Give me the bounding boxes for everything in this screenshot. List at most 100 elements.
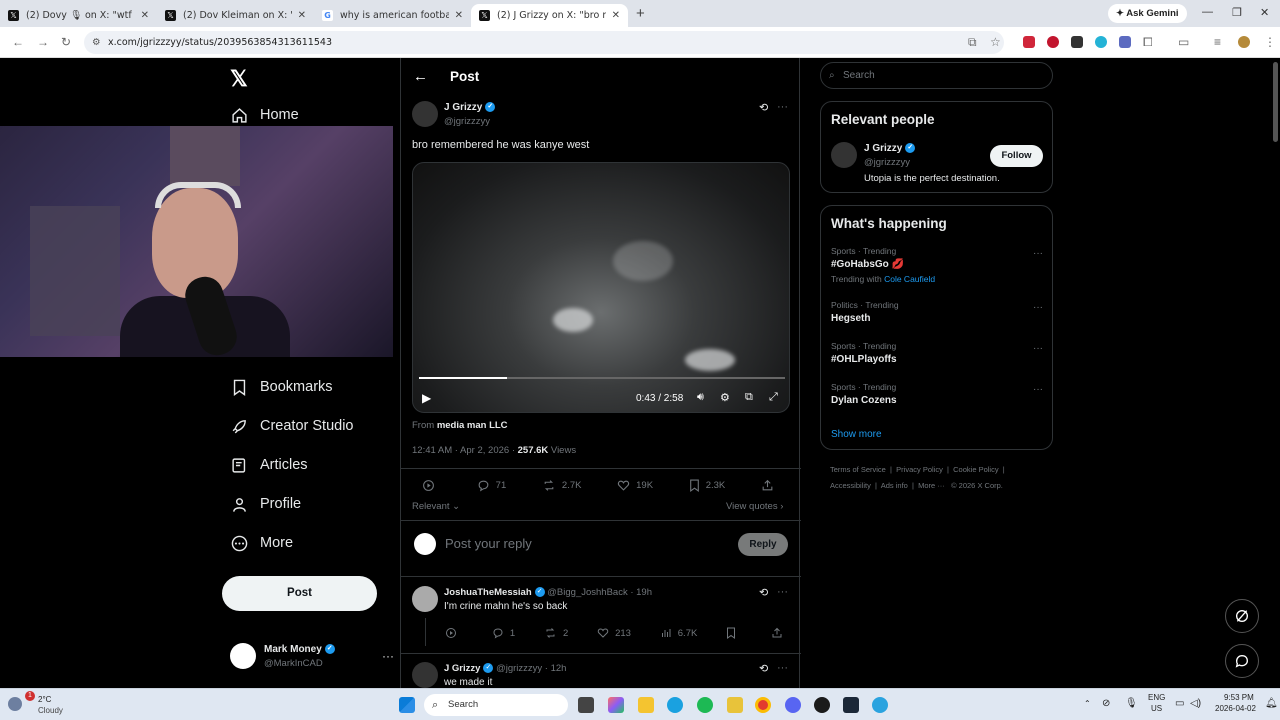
nav-articles[interactable]: Articles bbox=[230, 456, 308, 474]
x-logo-icon[interactable]: 𝕏 bbox=[230, 66, 248, 92]
close-tab-icon[interactable]: ✕ bbox=[455, 10, 463, 21]
trend-extra-link[interactable]: Cole Caufield bbox=[884, 274, 935, 284]
volume-icon[interactable]: 🔊︎ bbox=[697, 391, 704, 404]
messages-fab[interactable] bbox=[1225, 644, 1259, 678]
nav-more[interactable]: More bbox=[230, 534, 293, 552]
profile-avatar-icon[interactable] bbox=[1238, 36, 1250, 48]
maximize-icon[interactable]: ❐ bbox=[1232, 6, 1242, 19]
reply-author-name[interactable]: JoshuaTheMessiah bbox=[444, 587, 532, 598]
reply-author-name[interactable]: J Grizzy bbox=[444, 663, 480, 674]
back-arrow-icon[interactable]: ← bbox=[413, 68, 428, 85]
nav-bookmarks[interactable]: Bookmarks bbox=[230, 378, 333, 396]
reply-avatar[interactable] bbox=[412, 662, 438, 688]
browser-menu-icon[interactable]: ⋮ bbox=[1264, 35, 1276, 49]
language-indicator[interactable]: ENG bbox=[1148, 693, 1165, 702]
nav-profile[interactable]: Profile bbox=[230, 495, 301, 513]
post-timestamp[interactable]: 12:41 AM · Apr 2, 2026 · bbox=[412, 445, 518, 456]
browser-tab-4[interactable]: 𝕏 (2) J Grizzy on X: "bro rememb ✕ bbox=[471, 4, 628, 27]
reply-author-handle[interactable]: @Bigg_JoshhBack · 19h bbox=[547, 587, 652, 598]
from-name[interactable]: media man LLC bbox=[437, 420, 508, 431]
bookmark-star-icon[interactable]: ☆ bbox=[990, 35, 1001, 49]
post-more-icon[interactable]: ··· bbox=[777, 101, 788, 113]
view-quotes-link[interactable]: View quotes › bbox=[726, 501, 783, 512]
person-handle[interactable]: @jgrizzzyy bbox=[864, 157, 910, 168]
account-switcher[interactable]: Mark Money ✓ @MarkInCAD ··· bbox=[230, 641, 395, 681]
follow-button[interactable]: Follow bbox=[990, 145, 1043, 167]
close-tab-icon[interactable]: ✕ bbox=[141, 10, 149, 21]
share-icon[interactable] bbox=[761, 479, 780, 492]
display-icon[interactable]: ▭ bbox=[1175, 698, 1184, 709]
trend-item[interactable]: Sports · Trending Dylan Cozens ··· bbox=[831, 382, 1043, 406]
like-action[interactable]: 19K bbox=[617, 479, 653, 492]
author-name-row[interactable]: J Grizzy ✓ bbox=[444, 102, 496, 113]
forward-icon[interactable]: → bbox=[37, 35, 49, 49]
reading-list-icon[interactable]: ≡ bbox=[1214, 35, 1221, 49]
bookmark-action[interactable]: 2.3K bbox=[689, 479, 725, 492]
clock-time[interactable]: 9:53 PM bbox=[1224, 693, 1254, 702]
browser-tab-2[interactable]: 𝕏 (2) Dov Kleiman on X: "Wow: P ✕ bbox=[157, 4, 314, 27]
taskbar-search[interactable]: ⌕ Search bbox=[424, 694, 568, 716]
views-action[interactable]: 6.7K bbox=[660, 627, 697, 639]
mic-icon[interactable]: 🎙︎ bbox=[1125, 698, 1138, 709]
grok-fab[interactable] bbox=[1225, 599, 1259, 633]
settings-gear-icon[interactable]: ⚙ bbox=[720, 391, 730, 404]
file-explorer-icon[interactable] bbox=[638, 697, 654, 713]
fullscreen-icon[interactable]: ⤢ bbox=[769, 391, 778, 404]
edge-icon[interactable] bbox=[667, 697, 683, 713]
footer-link[interactable]: Ads info bbox=[881, 481, 908, 490]
trend-item[interactable]: Sports · Trending #GoHabsGo 💋 Trending w… bbox=[831, 246, 1043, 284]
network-icon[interactable]: ⊘ bbox=[1102, 698, 1110, 709]
reply-action[interactable]: 71 bbox=[477, 479, 506, 492]
reply-more-icon[interactable]: ··· bbox=[777, 662, 788, 674]
ask-gemini-button[interactable]: ✦ Ask Gemini bbox=[1108, 4, 1187, 23]
site-info-icon[interactable]: ⚙ bbox=[92, 31, 101, 54]
grok-icon[interactable]: ⟲ bbox=[759, 101, 768, 114]
person-name-row[interactable]: J Grizzy ✓ bbox=[864, 143, 916, 154]
reply-avatar[interactable] bbox=[412, 586, 438, 612]
reply-more-icon[interactable]: ··· bbox=[777, 586, 788, 598]
account-more-icon[interactable]: ··· bbox=[382, 649, 394, 663]
reply-action[interactable]: 1 bbox=[492, 627, 515, 639]
like-action[interactable]: 213 bbox=[597, 627, 631, 639]
search-input[interactable]: ⌕ Search bbox=[820, 62, 1053, 89]
video-progress-bar[interactable] bbox=[419, 377, 785, 379]
url-field[interactable]: ⚙ x.com/jgrizzzyy/status/203956385431361… bbox=[84, 31, 1004, 54]
trend-item[interactable]: Politics · Trending Hegseth ··· bbox=[831, 300, 1043, 324]
close-window-icon[interactable]: ✕ bbox=[1260, 6, 1269, 19]
video-player[interactable]: ▶ 0:43 / 2:58 🔊︎ ⚙ ⧉ ⤢ bbox=[412, 162, 790, 413]
nav-creator-studio[interactable]: Creator Studio bbox=[230, 417, 354, 435]
play-views-icon[interactable] bbox=[422, 479, 441, 492]
show-more-link[interactable]: Show more bbox=[831, 429, 882, 440]
trend-more-icon[interactable]: ··· bbox=[1033, 384, 1043, 395]
sidebar-icon[interactable]: ▭ bbox=[1178, 35, 1189, 49]
close-tab-icon[interactable]: ✕ bbox=[612, 10, 620, 21]
extensions-puzzle-icon[interactable]: ⧠ bbox=[1143, 35, 1153, 50]
play-views-icon[interactable] bbox=[445, 627, 463, 639]
trend-item[interactable]: Sports · Trending #OHLPlayoffs ··· bbox=[831, 341, 1043, 365]
chrome-icon[interactable] bbox=[755, 697, 771, 713]
footer-link[interactable]: More ··· bbox=[918, 481, 945, 490]
pip-icon[interactable]: ⧉ bbox=[745, 391, 753, 404]
reload-icon[interactable]: ↻ bbox=[61, 35, 71, 49]
post-button[interactable]: Post bbox=[222, 576, 377, 611]
scrollbar-thumb[interactable] bbox=[1273, 62, 1278, 142]
extension-icon[interactable] bbox=[1023, 36, 1035, 48]
volume-icon[interactable]: ◁) bbox=[1190, 698, 1201, 709]
spotify-icon[interactable] bbox=[697, 697, 713, 713]
reply-button[interactable]: Reply bbox=[738, 533, 788, 556]
obs-icon[interactable] bbox=[814, 697, 830, 713]
trend-more-icon[interactable]: ··· bbox=[1033, 343, 1043, 354]
extension-icon[interactable] bbox=[1119, 36, 1131, 48]
tray-chevron-icon[interactable]: ⌃ bbox=[1084, 699, 1091, 708]
extension-icon[interactable] bbox=[1071, 36, 1083, 48]
grok-icon[interactable]: ⟲ bbox=[759, 662, 768, 675]
discord-icon[interactable] bbox=[785, 697, 801, 713]
extension-icon[interactable] bbox=[1095, 36, 1107, 48]
bookmark-icon[interactable] bbox=[726, 627, 742, 639]
browser-tab-1[interactable]: 𝕏 (2) Dovy 🎙 on X: "wtf Sean Str ✕ bbox=[0, 4, 157, 27]
close-tab-icon[interactable]: ✕ bbox=[298, 10, 306, 21]
trend-more-icon[interactable]: ··· bbox=[1033, 248, 1043, 259]
repost-action[interactable]: 2.7K bbox=[542, 479, 581, 492]
app-icon[interactable] bbox=[727, 697, 743, 713]
reply-author-handle[interactable]: @jgrizzzyy · 12h bbox=[496, 663, 566, 674]
